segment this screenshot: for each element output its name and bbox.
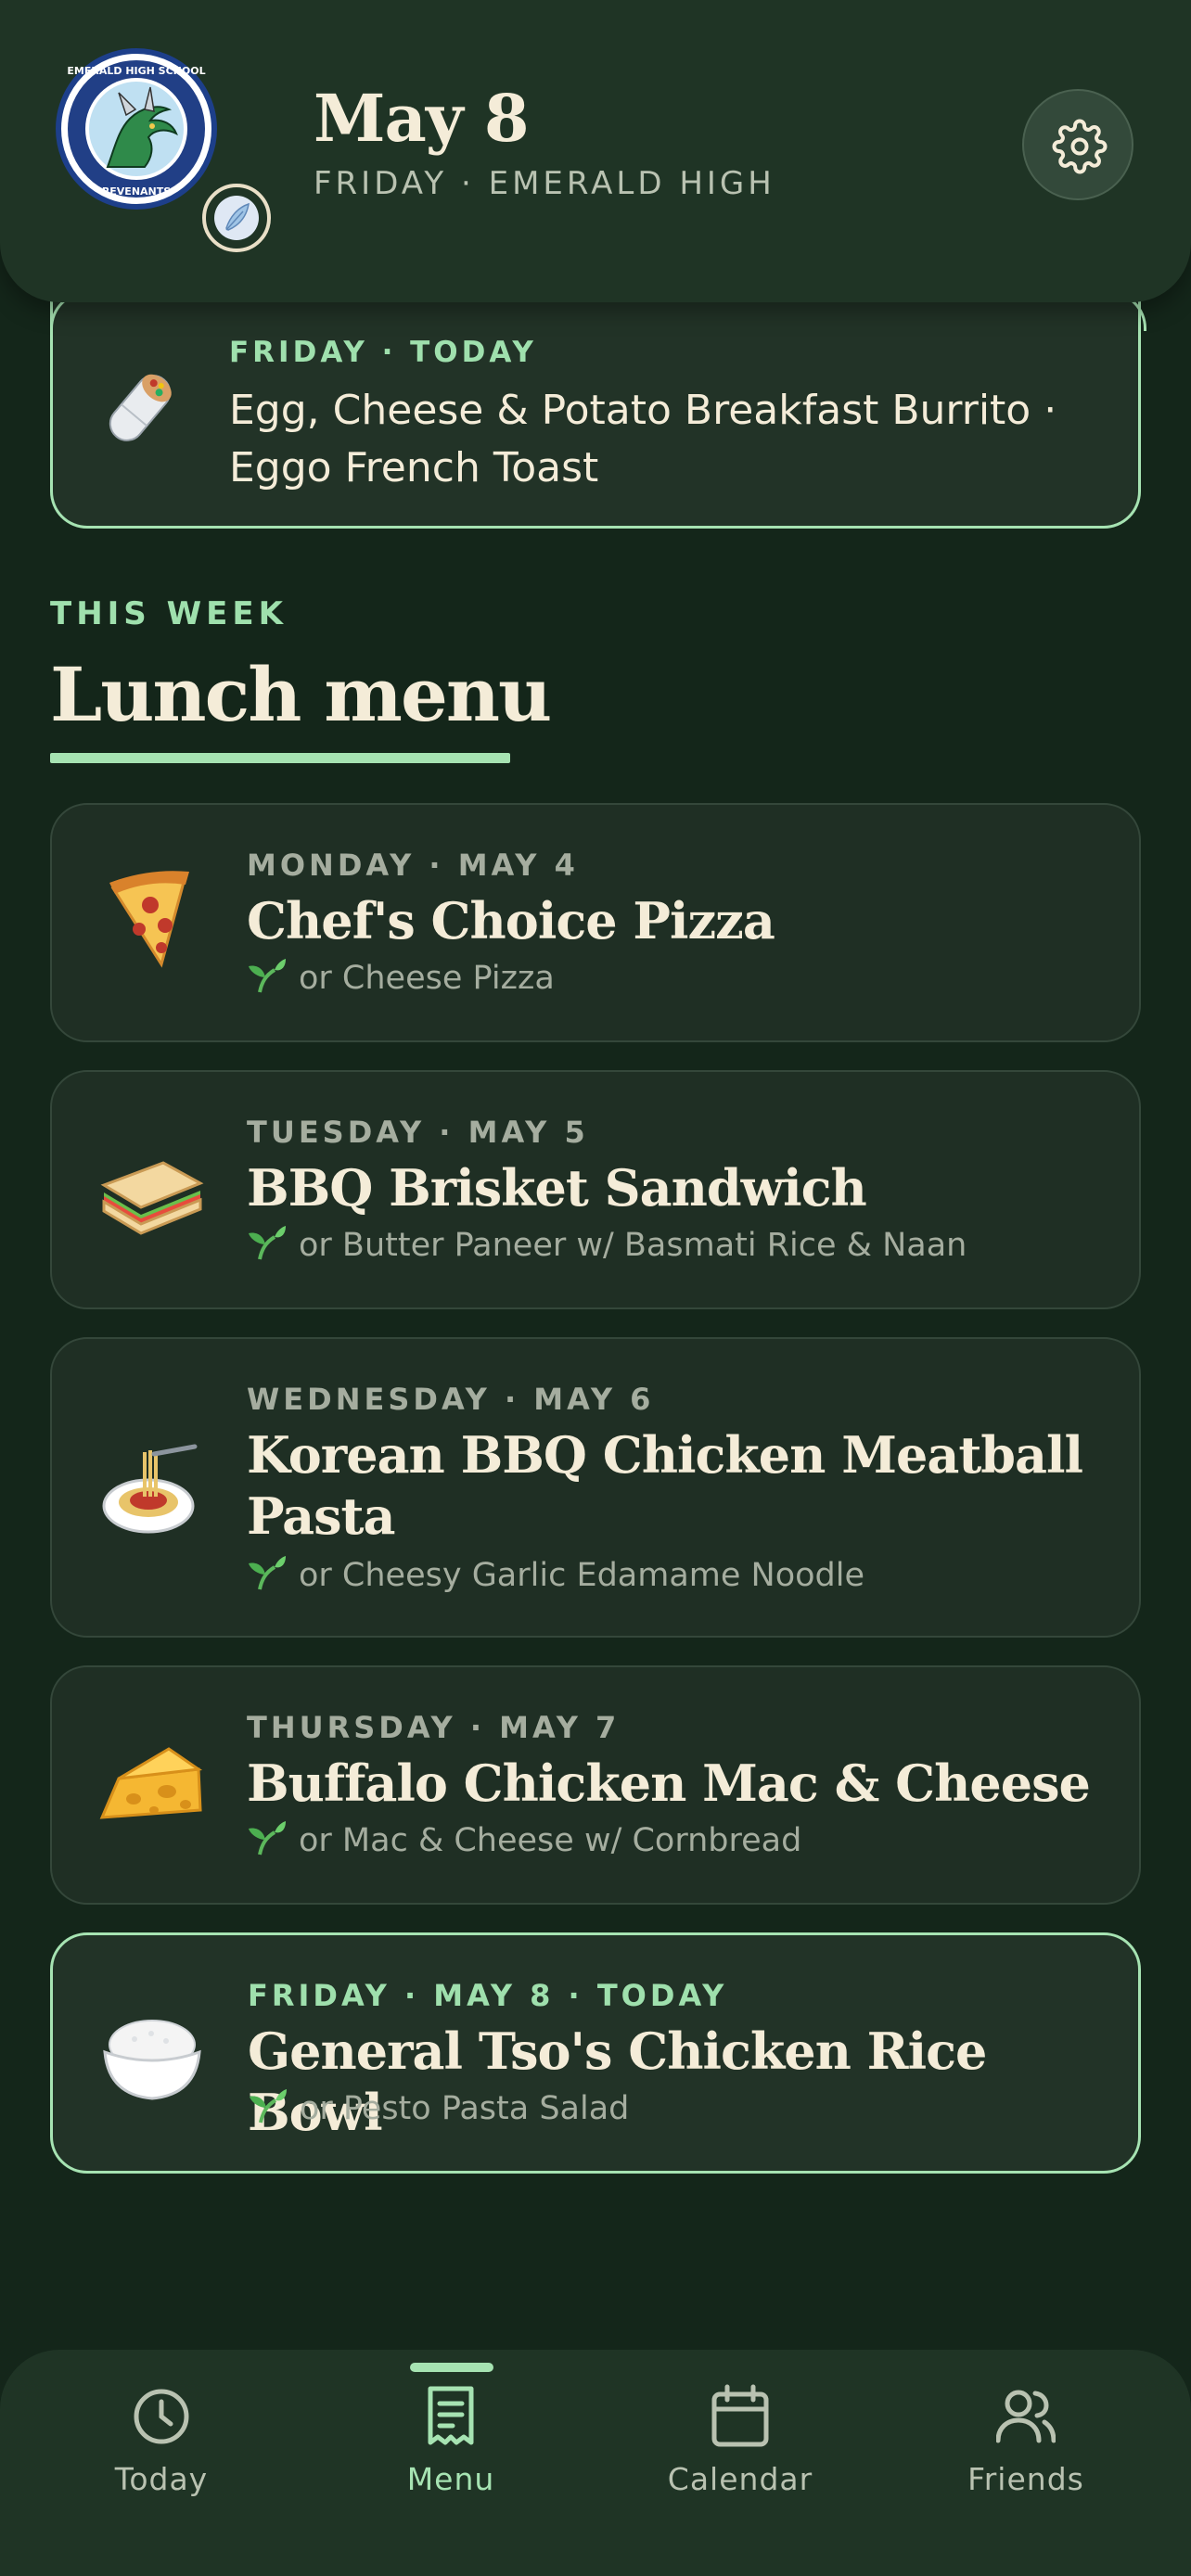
- app-screen: EMERALD HIGH SCHOOL REVENANTS May 8 FRID…: [0, 0, 1191, 2576]
- nav-today[interactable]: Today: [69, 2350, 254, 2535]
- school-logo[interactable]: EMERALD HIGH SCHOOL REVENANTS: [56, 48, 217, 210]
- menu-day: TUESDAY · MAY 5: [247, 1115, 589, 1150]
- logo-ring: EMERALD HIGH SCHOOL REVENANTS: [67, 60, 206, 198]
- settings-button[interactable]: [1022, 89, 1133, 200]
- nav-label: Today: [114, 2461, 209, 2497]
- breakfast-items: Egg, Cheese & Potato Breakfast Burrito ·…: [229, 387, 1057, 491]
- spaghetti-icon: [102, 1444, 198, 1534]
- nav-label: Menu: [406, 2461, 495, 2497]
- clock-icon: [134, 2389, 189, 2444]
- menu-day: FRIDAY · MAY 8 · TODAY: [248, 1978, 728, 2013]
- nav-calendar[interactable]: Calendar: [647, 2350, 833, 2535]
- sprout-icon: [249, 1226, 286, 1260]
- logo-text-bottom: REVENANTS: [102, 185, 171, 198]
- menu-card-friday-today[interactable]: FRIDAY · MAY 8 · TODAY General Tso's Chi…: [50, 1932, 1141, 2174]
- menu-alt: or Cheesy Garlic Edamame Noodle: [247, 1554, 864, 1594]
- menu-card-thursday[interactable]: THURSDAY · MAY 7 Buffalo Chicken Mac & C…: [50, 1665, 1141, 1905]
- menu-alt: or Mac & Cheese w/ Cornbread: [247, 1819, 801, 1859]
- section-title: Lunch menu: [50, 651, 552, 738]
- menu-alt-text: or Cheese Pizza: [299, 960, 555, 997]
- section-underline: [50, 753, 510, 763]
- menu-alt-text: or Cheesy Garlic Edamame Noodle: [299, 1557, 865, 1594]
- pizza-icon: [109, 871, 189, 968]
- menu-day: MONDAY · MAY 4: [247, 848, 579, 883]
- sprout-icon: [250, 2089, 287, 2123]
- nav-label: Calendar: [667, 2461, 813, 2497]
- menu-day: WEDNESDAY · MAY 6: [247, 1382, 655, 1417]
- nav-menu[interactable]: Menu: [358, 2350, 544, 2535]
- menu-alt: or Pesto Pasta Salad: [248, 2087, 629, 2127]
- rice-bowl-icon: [103, 2020, 201, 2100]
- receipt-icon: [428, 2386, 474, 2445]
- calendar-icon: [711, 2384, 769, 2447]
- menu-title: BBQ Brisket Sandwich: [247, 1158, 867, 1218]
- cheese-icon: [99, 1747, 203, 1819]
- menu-alt: or Butter Paneer w/ Basmati Rice & Naan: [247, 1224, 967, 1264]
- menu-card-tuesday[interactable]: TUESDAY · MAY 5 BBQ Brisket Sandwich or …: [50, 1070, 1141, 1309]
- nav-friends[interactable]: Friends: [933, 2350, 1119, 2535]
- feather-badge-icon: [202, 184, 271, 252]
- sprout-icon: [249, 1821, 286, 1855]
- header-subtitle: FRIDAY · EMERALD HIGH: [314, 165, 775, 202]
- breakfast-card[interactable]: FRIDAY · TODAY Egg, Cheese & Potato Brea…: [50, 291, 1146, 529]
- sprout-icon: [249, 1556, 286, 1590]
- logo-text-top: EMERALD HIGH SCHOOL: [67, 65, 205, 77]
- menu-title: Buffalo Chicken Mac & Cheese: [247, 1753, 1091, 1813]
- bottom-nav: Today Menu Calendar Friends: [0, 2350, 1191, 2576]
- menu-alt-text: or Mac & Cheese w/ Cornbread: [299, 1822, 802, 1859]
- section-eyebrow: THIS WEEK: [50, 595, 288, 632]
- header-date: May 8: [314, 80, 530, 157]
- sandwich-icon: [100, 1161, 204, 1235]
- burrito-icon: [109, 374, 172, 441]
- gear-icon: [1052, 119, 1108, 174]
- menu-day: THURSDAY · MAY 7: [247, 1710, 621, 1745]
- header: EMERALD HIGH SCHOOL REVENANTS May 8 FRID…: [0, 0, 1191, 302]
- breakfast-label: FRIDAY · TODAY: [229, 336, 537, 369]
- nav-label: Friends: [967, 2461, 1084, 2497]
- menu-title: Korean BBQ Chicken Meatball Pasta: [247, 1425, 1083, 1546]
- menu-alt: or Cheese Pizza: [247, 957, 555, 997]
- friends-icon: [996, 2390, 1056, 2443]
- menu-alt-text: or Pesto Pasta Salad: [300, 2090, 630, 2127]
- sprout-icon: [249, 959, 286, 993]
- menu-card-wednesday[interactable]: WEDNESDAY · MAY 6 Korean BBQ Chicken Mea…: [50, 1337, 1141, 1638]
- menu-alt-text: or Butter Paneer w/ Basmati Rice & Naan: [299, 1227, 967, 1264]
- menu-card-monday[interactable]: MONDAY · MAY 4 Chef's Choice Pizza or Ch…: [50, 803, 1141, 1042]
- menu-title: Chef's Choice Pizza: [247, 891, 775, 950]
